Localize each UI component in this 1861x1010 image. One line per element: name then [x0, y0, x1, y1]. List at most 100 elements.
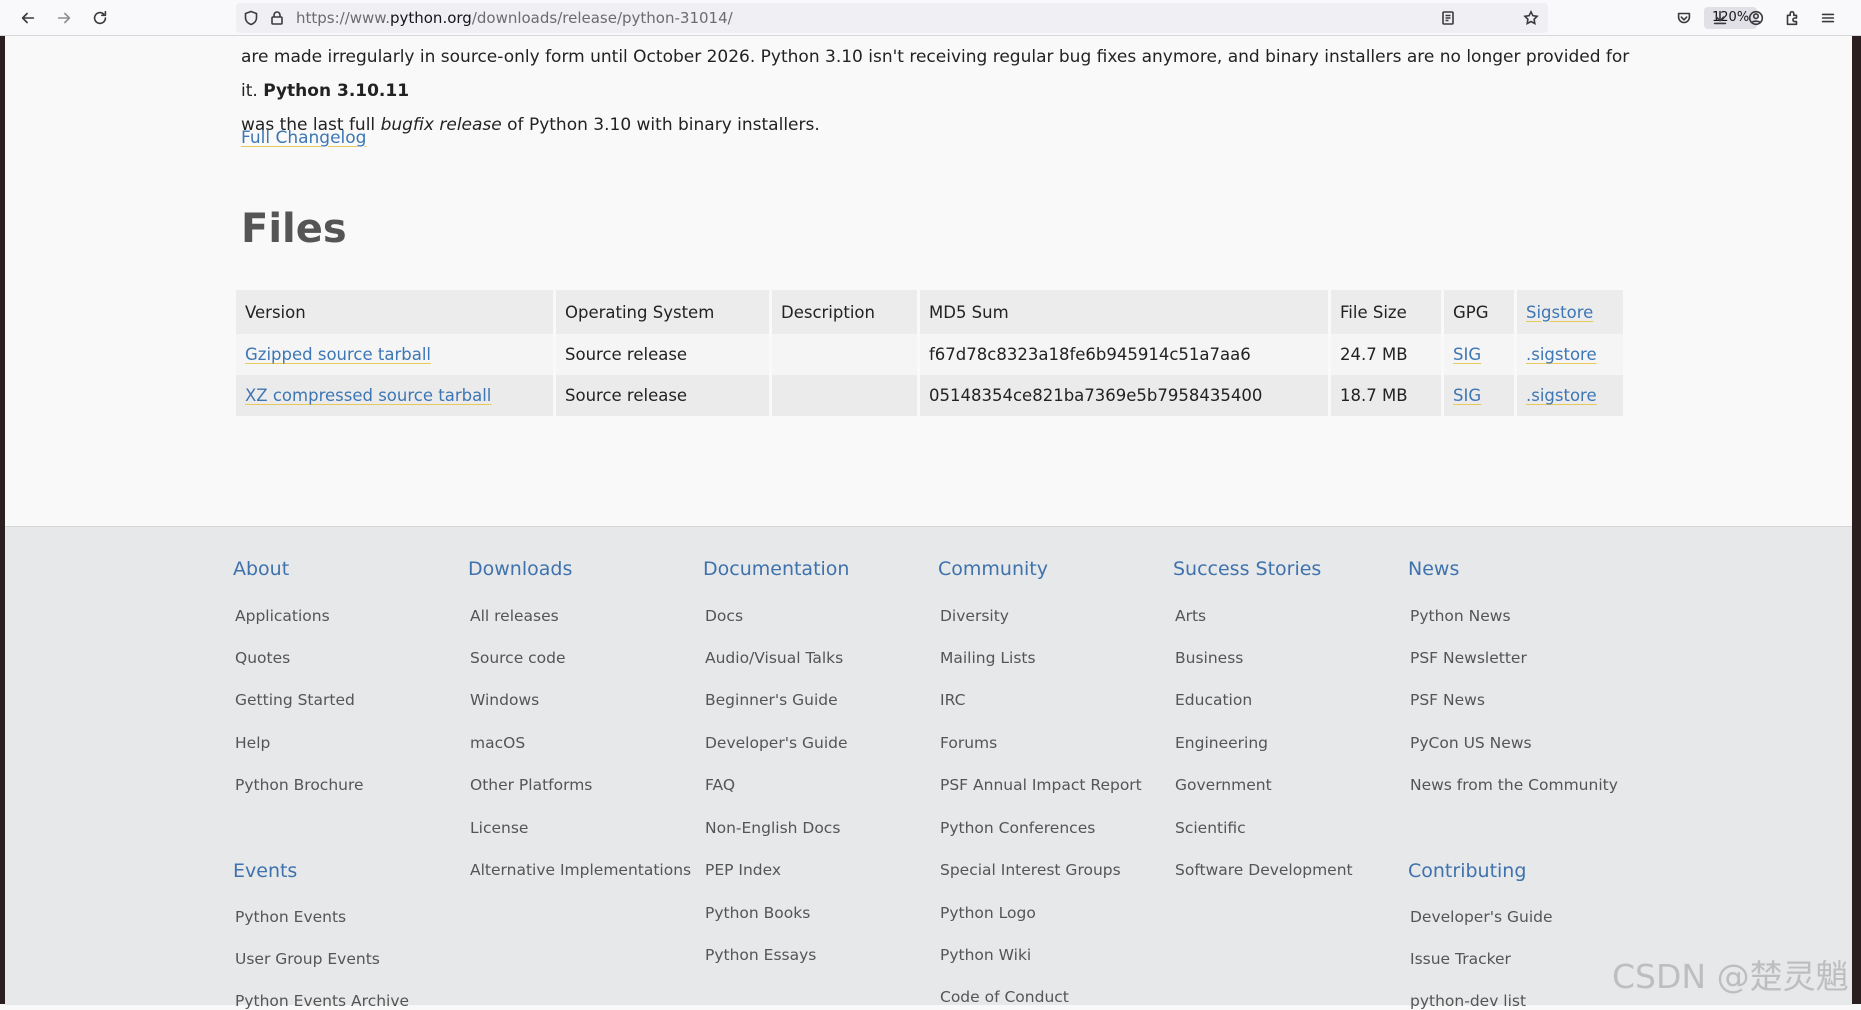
footer-community-heading[interactable]: Community — [938, 558, 1048, 580]
back-icon[interactable] — [14, 4, 42, 32]
footer-link[interactable]: Developer's Guide — [705, 734, 848, 752]
footer-link[interactable]: Software Development — [1175, 861, 1353, 879]
gzipped-tarball-link[interactable]: Gzipped source tarball — [245, 345, 431, 364]
address-bar[interactable]: https://www.python.org/downloads/release… — [236, 3, 1758, 33]
sigstore-link[interactable]: .sigstore — [1526, 345, 1597, 364]
footer-link[interactable]: macOS — [470, 734, 525, 752]
footer-link[interactable]: Business — [1175, 649, 1243, 667]
footer-link[interactable]: Other Platforms — [470, 776, 592, 794]
footer-link[interactable]: User Group Events — [235, 950, 380, 968]
footer-link[interactable]: Python Logo — [940, 904, 1036, 922]
pocket-icon[interactable] — [1670, 4, 1698, 32]
footer-link[interactable]: License — [470, 819, 528, 837]
os-cell: Source release — [556, 334, 769, 375]
footer-link[interactable]: Code of Conduct — [940, 988, 1069, 1006]
lock-icon[interactable] — [268, 9, 286, 27]
footer-link[interactable]: Engineering — [1175, 734, 1268, 752]
star-icon[interactable] — [1522, 9, 1540, 27]
table-row: Gzipped source tarball Source release f6… — [236, 334, 1623, 375]
files-heading: Files — [241, 206, 347, 252]
col-sigstore[interactable]: Sigstore — [1517, 290, 1623, 334]
footer-events-heading[interactable]: Events — [233, 860, 297, 882]
footer-link[interactable]: Audio/Visual Talks — [705, 649, 843, 667]
footer-link[interactable]: Beginner's Guide — [705, 691, 838, 709]
size-cell: 24.7 MB — [1331, 334, 1441, 375]
footer-link[interactable]: Diversity — [940, 607, 1009, 625]
footer-link[interactable]: Python Wiki — [940, 946, 1031, 964]
footer-downloads-heading[interactable]: Downloads — [468, 558, 572, 580]
footer-link[interactable]: All releases — [470, 607, 559, 625]
footer-link[interactable]: Help — [235, 734, 270, 752]
footer-link[interactable]: PSF Annual Impact Report — [940, 776, 1142, 794]
csdn-watermark: CSDN @楚灵魈 — [1612, 957, 1849, 996]
footer-contributing-heading[interactable]: Contributing — [1408, 860, 1526, 882]
url-text[interactable]: https://www.python.org/downloads/release… — [296, 9, 733, 27]
footer-link[interactable]: Alternative Implementations — [470, 861, 691, 879]
footer-link[interactable]: Scientific — [1175, 819, 1246, 837]
shield-icon[interactable] — [242, 9, 260, 27]
gpg-sig-link[interactable]: SIG — [1453, 345, 1481, 364]
gpg-cell[interactable]: SIG — [1444, 334, 1514, 375]
main-content: are made irregularly in source-only form… — [5, 36, 1852, 526]
footer-link[interactable]: Developer's Guide — [1410, 908, 1553, 926]
col-file-size: File Size — [1331, 290, 1441, 334]
version-cell[interactable]: XZ compressed source tarball — [236, 375, 553, 416]
version-cell[interactable]: Gzipped source tarball — [236, 334, 553, 375]
col-md5: MD5 Sum — [920, 290, 1328, 334]
footer-link[interactable]: Arts — [1175, 607, 1206, 625]
footer-link[interactable]: Source code — [470, 649, 566, 667]
footer-link[interactable]: Python Essays — [705, 946, 816, 964]
footer-about-heading[interactable]: About — [233, 558, 289, 580]
extensions-icon[interactable] — [1778, 4, 1806, 32]
footer-link[interactable]: Education — [1175, 691, 1252, 709]
footer-link[interactable]: Python Books — [705, 904, 810, 922]
footer-link[interactable]: Quotes — [235, 649, 290, 667]
col-os: Operating System — [556, 290, 769, 334]
account-icon[interactable] — [1742, 4, 1770, 32]
window-edge-right — [1852, 36, 1861, 1004]
footer-link[interactable]: Government — [1175, 776, 1272, 794]
xz-tarball-link[interactable]: XZ compressed source tarball — [245, 386, 491, 405]
footer-link[interactable]: PSF News — [1410, 691, 1485, 709]
footer-link[interactable]: Python Events — [235, 908, 346, 926]
reader-icon[interactable] — [1439, 9, 1457, 27]
download-icon[interactable] — [1706, 4, 1734, 32]
footer-documentation-heading[interactable]: Documentation — [703, 558, 849, 580]
footer-link[interactable]: FAQ — [705, 776, 735, 794]
gpg-cell[interactable]: SIG — [1444, 375, 1514, 416]
sigstore-link[interactable]: .sigstore — [1526, 386, 1597, 405]
footer-success-stories-heading[interactable]: Success Stories — [1173, 558, 1321, 580]
footer-link[interactable]: Python Brochure — [235, 776, 364, 794]
footer-link[interactable]: Issue Tracker — [1410, 950, 1511, 968]
footer-link[interactable]: Mailing Lists — [940, 649, 1036, 667]
footer-link[interactable]: Windows — [470, 691, 539, 709]
sigstore-cell[interactable]: .sigstore — [1517, 375, 1623, 416]
footer-link[interactable]: PyCon US News — [1410, 734, 1532, 752]
full-changelog-link[interactable]: Full Changelog — [241, 128, 366, 148]
footer-news-heading[interactable]: News — [1408, 558, 1459, 580]
footer-link[interactable]: Python Events Archive — [235, 992, 409, 1010]
os-cell: Source release — [556, 375, 769, 416]
gpg-sig-link[interactable]: SIG — [1453, 386, 1481, 405]
footer-link[interactable]: python-dev list — [1410, 992, 1526, 1010]
footer-link[interactable]: Getting Started — [235, 691, 355, 709]
forward-icon[interactable] — [50, 4, 78, 32]
footer-link[interactable]: Docs — [705, 607, 743, 625]
col-gpg: GPG — [1444, 290, 1514, 334]
footer-link[interactable]: PEP Index — [705, 861, 781, 879]
footer-link[interactable]: Special Interest Groups — [940, 861, 1121, 879]
footer-link[interactable]: Python Conferences — [940, 819, 1095, 837]
footer-link[interactable]: Applications — [235, 607, 330, 625]
table-row: XZ compressed source tarball Source rele… — [236, 375, 1623, 416]
sigstore-cell[interactable]: .sigstore — [1517, 334, 1623, 375]
menu-icon[interactable] — [1814, 4, 1842, 32]
footer-link[interactable]: Forums — [940, 734, 997, 752]
reload-icon[interactable] — [86, 4, 114, 32]
footer-link[interactable]: IRC — [940, 691, 965, 709]
footer-link[interactable]: Non-English Docs — [705, 819, 840, 837]
footer-link[interactable]: PSF Newsletter — [1410, 649, 1527, 667]
footer-link[interactable]: News from the Community — [1410, 776, 1618, 794]
footer-link[interactable]: Python News — [1410, 607, 1511, 625]
sigstore-header-link[interactable]: Sigstore — [1526, 303, 1593, 322]
release-notes-text: are made irregularly in source-only form… — [241, 40, 1641, 142]
